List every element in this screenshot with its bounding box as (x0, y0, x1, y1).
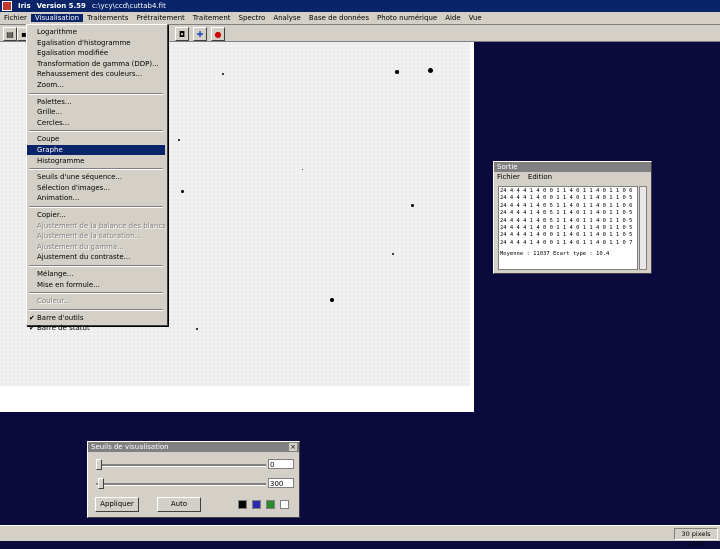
output-row: 24 4 4 4 1 4 0 0 1 1 4 0 1 1 4 0 1 1 0 5 (500, 232, 633, 239)
high-threshold-value[interactable]: 0 (268, 459, 294, 469)
low-threshold-slider[interactable] (98, 478, 104, 489)
menu-item-copier[interactable]: Copier... (27, 210, 165, 220)
menu-item-couleur[interactable]: Couleur... (27, 296, 165, 306)
menu-vue[interactable]: Vue (465, 14, 486, 22)
menu-separator (29, 168, 163, 171)
app-name: Iris (18, 2, 31, 10)
menu-item-seuils-d-une-s-quence[interactable]: Seuils d'une séquence... (27, 172, 165, 182)
menu-item-logarithme[interactable]: Logarithme (27, 27, 165, 37)
menu-separator (29, 130, 163, 133)
menu-pr-traitement[interactable]: Prétraitement (132, 14, 188, 22)
menu-spectro[interactable]: Spectro (235, 14, 270, 22)
output-scrollbar[interactable] (639, 186, 647, 270)
menu-item-grille[interactable]: Grille... (27, 107, 165, 117)
menu-item-m-lange[interactable]: Mélange... (27, 269, 165, 279)
output-menu-file[interactable]: Fichier (497, 172, 520, 182)
menu-item-barre-d-outils[interactable]: ✔ Barre d'outils (27, 313, 165, 323)
menu-item-graphe[interactable]: Graphe (27, 145, 165, 155)
output-window[interactable]: Sortie Fichier Edition 24 4 4 4 1 4 0 0 … (493, 161, 652, 274)
star (330, 298, 334, 302)
palette-button[interactable] (280, 500, 289, 509)
menu-visualisation[interactable]: Visualisation (30, 14, 84, 22)
threshold-title-text: Seuils de visualisation (91, 443, 169, 451)
menu-photo-num-rique[interactable]: Photo numérique (373, 14, 441, 22)
menu-traitements[interactable]: Traitements (83, 14, 132, 22)
star (222, 73, 224, 75)
menu-item-rehaussement-des-couleurs[interactable]: Rehaussement des couleurs... (27, 69, 165, 79)
star (428, 68, 433, 73)
checkmark-icon: ✔ (29, 324, 35, 333)
star (178, 139, 180, 141)
output-statistics: Moyenne : 11037 Ecart type : 10.4 (500, 251, 610, 258)
menu-aide[interactable]: Aide (441, 14, 464, 22)
star (395, 70, 399, 74)
output-menu-edit[interactable]: Edition (528, 172, 552, 182)
record-icon[interactable]: ● (211, 27, 225, 41)
file-path: c:\ycy\ccd\cuttab4.fit (91, 2, 166, 10)
palette-button[interactable] (252, 500, 261, 509)
menu-item-palettes[interactable]: Palettes... (27, 97, 165, 107)
menu-item-histogramme[interactable]: Histogramme (27, 156, 165, 166)
menu-item-s-lection-d-images[interactable]: Sélection d'images... (27, 183, 165, 193)
menu-base-de-donn-es[interactable]: Base de données (305, 14, 373, 22)
menu-separator (29, 206, 163, 208)
menu-item-coupe[interactable]: Coupe (27, 134, 165, 144)
menu-item-zoom[interactable]: Zoom... (27, 80, 165, 90)
output-text-area[interactable]: 24 4 4 4 1 4 0 0 1 1 4 0 1 1 4 0 1 1 0 6… (498, 186, 638, 270)
star (196, 328, 198, 330)
title-bar: Iris Version 5.59 c:\ycy\ccd\cuttab4.fit (0, 0, 720, 12)
menu-item-mise-en-formule[interactable]: Mise en formule... (27, 280, 165, 290)
app-icon (2, 1, 12, 11)
menu-item-cercles[interactable]: Cercles... (27, 118, 165, 128)
high-threshold-track[interactable] (96, 464, 266, 467)
menu-separator (29, 92, 163, 95)
palette-button[interactable] (238, 500, 247, 509)
star (302, 169, 303, 170)
menu-item-ajustement-du-contraste[interactable]: Ajustement du contraste... (27, 252, 165, 262)
menu-item-animation[interactable]: Animation... (27, 193, 165, 203)
star (411, 204, 414, 207)
camera-icon[interactable]: ◘ (175, 27, 189, 41)
star (392, 253, 394, 255)
checkmark-icon: ✔ (29, 313, 35, 322)
output-row: 24 4 4 4 1 4 0 0 1 1 4 0 1 1 4 0 1 1 0 7 (500, 239, 633, 246)
menu-separator (29, 308, 163, 311)
auto-button[interactable]: Auto (157, 497, 201, 512)
output-row: 24 4 4 4 1 4 0 0 1 1 4 0 1 1 4 0 1 1 0 5 (500, 225, 633, 232)
output-row: 24 4 4 4 1 4 0 5 1 1 4 0 1 1 4 0 1 1 0 5 (500, 217, 633, 224)
menu-item-ajustement-de-la-saturation[interactable]: Ajustement de la saturation... (27, 231, 165, 241)
status-panel: 30 pixels 1107 (674, 528, 718, 548)
app-version: Version 5.59 (36, 2, 86, 10)
menu-fichier[interactable]: Fichier (0, 14, 31, 22)
output-row: 24 4 4 4 1 4 0 5 1 1 4 0 1 1 4 0 1 1 0 5 (500, 210, 633, 217)
threshold-window[interactable]: Seuils de visualisation × 0 300 Applique… (87, 441, 300, 518)
menu-separator (29, 265, 163, 267)
high-threshold-slider[interactable] (96, 459, 102, 470)
menu-traitement[interactable]: Traitement (189, 14, 235, 22)
output-row: 24 4 4 4 1 4 0 5 1 1 4 0 1 1 4 0 1 1 0 6 (500, 202, 633, 209)
menu-item-egalisation-d-histogramme[interactable]: Egalisation d'histogramme (27, 38, 165, 48)
status-bar: 30 pixels 1107 (0, 525, 720, 548)
low-threshold-track[interactable] (96, 483, 266, 486)
open-file-icon[interactable]: ▤ (3, 27, 17, 41)
star (181, 190, 184, 193)
menu-item-ajustement-de-la-balance-des-blancs[interactable]: Ajustement de la balance des blancs... (27, 221, 165, 231)
output-row: 24 4 4 4 1 4 0 0 1 1 4 0 1 1 4 0 1 1 0 6 (500, 188, 633, 194)
output-row: 24 4 4 4 1 4 0 0 1 1 4 0 1 1 4 0 1 1 0 5 (500, 195, 633, 202)
menu-item-transformation-de-gamma-ddp[interactable]: Transformation de gamma (DDP)... (27, 59, 165, 69)
visualisation-menu: Logarithme Egalisation d'histogramme Egali… (26, 24, 168, 332)
menu-analyse[interactable]: Analyse (269, 14, 305, 22)
crosshair-icon[interactable]: ✚ (193, 27, 207, 41)
close-icon[interactable]: × (289, 443, 297, 451)
low-threshold-value[interactable]: 300 (268, 478, 294, 488)
palette-button[interactable] (266, 500, 275, 509)
threshold-window-title[interactable]: Seuils de visualisation × (88, 442, 299, 452)
output-window-menu: Fichier Edition (494, 172, 651, 182)
menu-item-ajustement-du-gamma[interactable]: Ajustement du gamma... (27, 242, 165, 252)
output-window-title[interactable]: Sortie (494, 162, 651, 172)
apply-button[interactable]: Appliquer (95, 497, 139, 512)
menu-item-egalisation-modifi-e[interactable]: Egalisation modifiée (27, 48, 165, 58)
menu-separator (29, 292, 163, 295)
menu-item-barre-de-statut[interactable]: ✔ Barre de statut (27, 323, 165, 333)
